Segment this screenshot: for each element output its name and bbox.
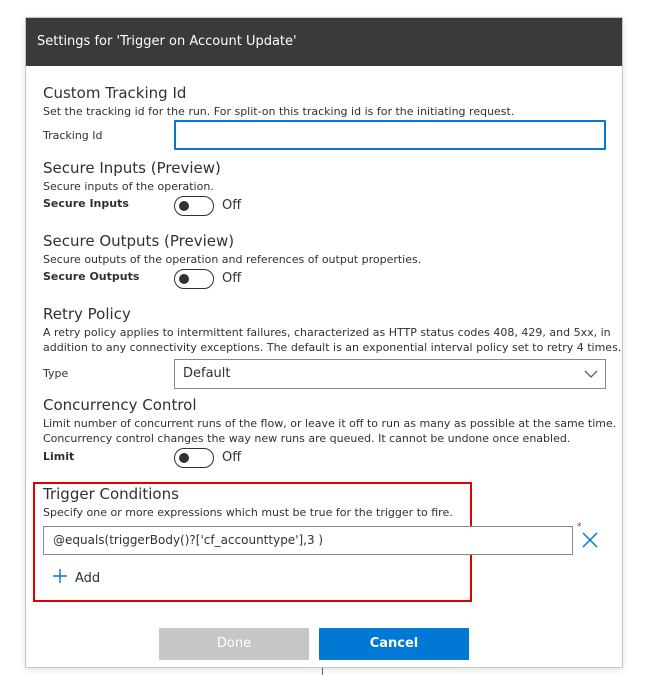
retry-policy-description-1: A retry policy applies to intermittent f… — [43, 326, 611, 339]
trigger-conditions-title: Trigger Conditions — [43, 485, 179, 503]
add-condition-label: Add — [75, 570, 101, 586]
toggle-knob — [179, 201, 189, 211]
secure-inputs-title: Secure Inputs (Preview) — [43, 159, 221, 177]
secure-outputs-state: Off — [222, 271, 242, 286]
add-condition-button[interactable]: Add — [52, 568, 100, 588]
concurrency-title: Concurrency Control — [43, 396, 197, 414]
concurrency-limit-state: Off — [222, 450, 242, 465]
secure-outputs-toggle[interactable] — [174, 269, 214, 289]
chevron-down-icon — [583, 365, 599, 393]
trigger-conditions-description: Specify one or more expressions which mu… — [43, 506, 453, 519]
secure-outputs-label: Secure Outputs — [43, 270, 140, 283]
toggle-knob — [179, 274, 189, 284]
retry-type-value: Default — [183, 366, 231, 381]
cancel-button[interactable]: Cancel — [319, 628, 469, 660]
retry-policy-title: Retry Policy — [43, 305, 131, 323]
retry-type-label: Type — [43, 367, 69, 380]
tracking-section-title: Custom Tracking Id — [43, 84, 187, 102]
divider — [322, 668, 323, 675]
secure-outputs-description: Secure outputs of the operation and refe… — [43, 253, 422, 266]
retry-policy-description-2: addition to any connectivity exceptions.… — [43, 341, 622, 354]
concurrency-limit-toggle[interactable] — [174, 448, 214, 468]
secure-inputs-toggle[interactable] — [174, 196, 214, 216]
toggle-knob — [179, 453, 189, 463]
background-left — [0, 0, 25, 675]
concurrency-description-1: Limit number of concurrent runs of the f… — [43, 417, 617, 430]
tracking-section-description: Set the tracking id for the run. For spl… — [43, 105, 515, 118]
secure-inputs-description: Secure inputs of the operation. — [43, 180, 214, 193]
tracking-id-label: Tracking Id — [43, 129, 103, 142]
tracking-id-input[interactable] — [174, 120, 606, 150]
secure-inputs-label: Secure Inputs — [43, 197, 129, 210]
settings-panel: Settings for 'Trigger on Account Update'… — [25, 17, 623, 668]
panel-header: Settings for 'Trigger on Account Update' — [26, 18, 622, 66]
concurrency-description-2: Concurrency control changes the way new … — [43, 432, 571, 445]
close-icon[interactable] — [580, 530, 600, 550]
secure-inputs-state: Off — [222, 198, 242, 213]
plus-icon — [52, 568, 68, 588]
secure-outputs-title: Secure Outputs (Preview) — [43, 232, 235, 250]
retry-type-dropdown[interactable]: Default — [174, 359, 606, 389]
concurrency-limit-label: Limit — [43, 450, 75, 463]
trigger-condition-input[interactable]: @equals(triggerBody()?['cf_accounttype']… — [43, 526, 573, 555]
done-button[interactable]: Done — [159, 628, 309, 660]
